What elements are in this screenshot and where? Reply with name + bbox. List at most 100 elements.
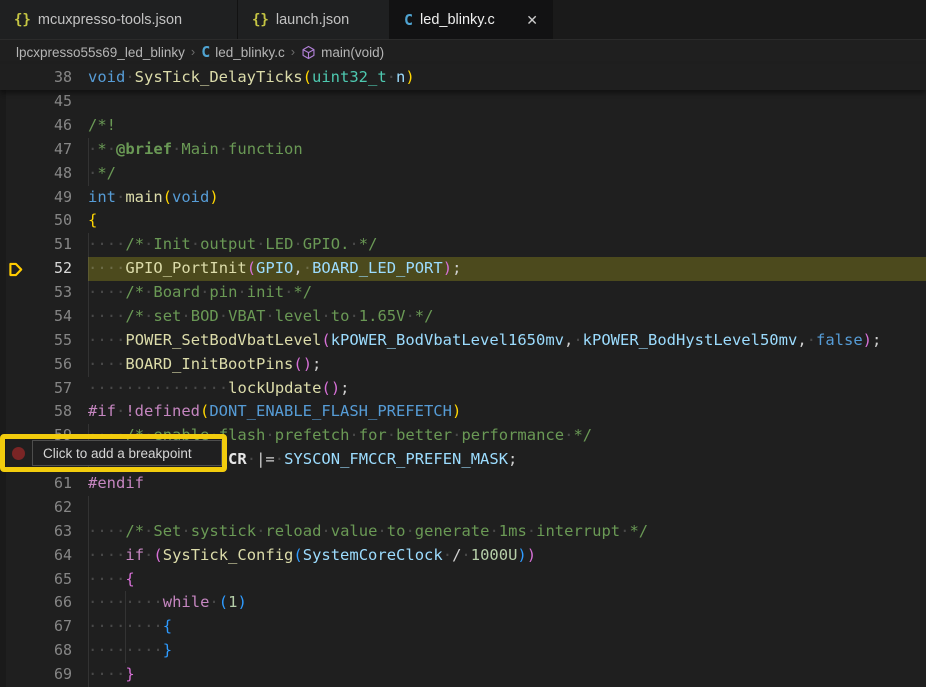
code-token: · bbox=[209, 593, 218, 611]
code-line-content[interactable]: ···············lockUpdate(); bbox=[88, 377, 926, 401]
line-number[interactable]: 46 bbox=[30, 114, 72, 138]
glyph-margin[interactable] bbox=[0, 663, 30, 687]
glyph-margin[interactable] bbox=[0, 305, 30, 329]
tab-launch-json[interactable]: {} launch.json bbox=[238, 0, 390, 39]
glyph-margin[interactable] bbox=[0, 591, 30, 615]
code-token: ) bbox=[209, 188, 218, 206]
code-token: ( bbox=[219, 593, 228, 611]
glyph-margin[interactable] bbox=[0, 209, 30, 233]
glyph-margin[interactable] bbox=[0, 90, 30, 114]
glyph-margin[interactable] bbox=[0, 281, 30, 305]
code-line: 62 bbox=[0, 496, 926, 520]
line-number[interactable]: 65 bbox=[30, 568, 72, 592]
code-line-content[interactable]: int·main(void) bbox=[88, 186, 926, 210]
glyph-margin[interactable] bbox=[0, 615, 30, 639]
code-line-content[interactable]: #endif bbox=[88, 472, 926, 496]
code-line-content[interactable]: ····GPIO_PortInit(GPIO,·BOARD_LED_PORT); bbox=[88, 257, 926, 281]
code-token: |= bbox=[256, 450, 275, 468]
glyph-margin[interactable] bbox=[0, 568, 30, 592]
code-token: ·*· bbox=[88, 140, 116, 158]
line-number[interactable]: 51 bbox=[30, 233, 72, 257]
code-token: if bbox=[125, 546, 144, 564]
glyph-margin[interactable] bbox=[0, 377, 30, 401]
code-line-content[interactable]: /*! bbox=[88, 114, 926, 138]
line-number[interactable]: 62 bbox=[30, 496, 72, 520]
glyph-margin[interactable] bbox=[0, 400, 30, 424]
glyph-margin[interactable] bbox=[0, 472, 30, 496]
code-token: void bbox=[88, 68, 125, 86]
line-number[interactable]: 63 bbox=[30, 520, 72, 544]
line-number[interactable]: 66 bbox=[30, 591, 72, 615]
line-number[interactable]: 54 bbox=[30, 305, 72, 329]
code-line-content[interactable] bbox=[88, 90, 926, 114]
line-number[interactable]: 55 bbox=[30, 329, 72, 353]
code-token: /*·Set·systick·reload·value·to·generate·… bbox=[125, 522, 648, 540]
line-number[interactable]: 38 bbox=[30, 64, 72, 90]
tab-led-blinky-c[interactable]: C led_blinky.c ✕ bbox=[390, 0, 553, 39]
code-line-content[interactable]: ····POWER_SetBodVbatLevel(kPOWER_BodVbat… bbox=[88, 329, 926, 353]
line-number[interactable]: 68 bbox=[30, 639, 72, 663]
glyph-margin[interactable] bbox=[0, 114, 30, 138]
code-token: ( bbox=[293, 546, 302, 564]
indent-guide bbox=[88, 496, 89, 520]
code-line-content[interactable]: ········while·(1) bbox=[88, 591, 926, 615]
code-line: 58 #if·!defined(DONT_ENABLE_FLASH_PREFETC… bbox=[0, 400, 926, 424]
line-number[interactable]: 52 bbox=[30, 257, 72, 281]
code-line-content[interactable]: ····/*·Board·pin·init·*/ bbox=[88, 281, 926, 305]
code-token: ·/· bbox=[443, 546, 471, 564]
code-line-content[interactable]: ····/*·Set·systick·reload·value·to·gener… bbox=[88, 520, 926, 544]
code-line: 55 ····POWER_SetBodVbatLevel(kPOWER_BodVb… bbox=[0, 329, 926, 353]
line-number[interactable]: 67 bbox=[30, 615, 72, 639]
line-number[interactable]: 45 bbox=[30, 90, 72, 114]
breadcrumb-item-file[interactable]: C led_blinky.c bbox=[201, 43, 285, 61]
glyph-margin[interactable] bbox=[0, 64, 30, 90]
line-number[interactable]: 64 bbox=[30, 544, 72, 568]
glyph-margin[interactable] bbox=[0, 544, 30, 568]
line-number[interactable]: 58 bbox=[30, 400, 72, 424]
breadcrumb-item-project[interactable]: lpcxpresso55s69_led_blinky bbox=[16, 45, 185, 60]
line-number[interactable]: 57 bbox=[30, 377, 72, 401]
glyph-margin[interactable] bbox=[0, 186, 30, 210]
breakpoint-gutter-area[interactable] bbox=[5, 447, 32, 460]
line-number[interactable]: 47 bbox=[30, 138, 72, 162]
code-line-content[interactable]: ········{ bbox=[88, 615, 926, 639]
line-number[interactable]: 48 bbox=[30, 162, 72, 186]
sticky-scroll-line[interactable]: 38 void·SysTick_DelayTicks(uint32_t·n) bbox=[0, 64, 926, 90]
glyph-margin[interactable] bbox=[0, 162, 30, 186]
glyph-margin[interactable] bbox=[0, 639, 30, 663]
code-token: ···· bbox=[88, 665, 125, 683]
glyph-margin[interactable] bbox=[0, 233, 30, 257]
code-token: int bbox=[88, 188, 116, 206]
line-number[interactable]: 61 bbox=[30, 472, 72, 496]
code-line-content[interactable]: ········} bbox=[88, 639, 926, 663]
glyph-margin[interactable] bbox=[0, 496, 30, 520]
code-line-content[interactable]: ·*/ bbox=[88, 162, 926, 186]
debug-current-line-arrow-icon[interactable] bbox=[0, 257, 30, 281]
glyph-margin[interactable] bbox=[0, 329, 30, 353]
code-token: ) bbox=[405, 68, 414, 86]
code-line-content[interactable]: { bbox=[88, 209, 926, 233]
code-token: ( bbox=[321, 331, 330, 349]
glyph-margin[interactable] bbox=[0, 353, 30, 377]
line-number[interactable]: 49 bbox=[30, 186, 72, 210]
code-line-content[interactable]: ····BOARD_InitBootPins(); bbox=[88, 353, 926, 377]
line-number[interactable]: 69 bbox=[30, 663, 72, 687]
code-line-content[interactable]: ····if·(SysTick_Config(SystemCoreClock·/… bbox=[88, 544, 926, 568]
code-line-content[interactable]: ····{ bbox=[88, 568, 926, 592]
code-line-content[interactable]: #if·!defined(DONT_ENABLE_FLASH_PREFETCH) bbox=[88, 400, 926, 424]
breakpoint-preview-dot-icon[interactable] bbox=[12, 447, 25, 460]
line-number[interactable]: 56 bbox=[30, 353, 72, 377]
line-number[interactable]: 50 bbox=[30, 209, 72, 233]
close-tab-icon[interactable]: ✕ bbox=[524, 11, 540, 29]
glyph-margin[interactable] bbox=[0, 138, 30, 162]
breadcrumb-item-symbol[interactable]: main(void) bbox=[301, 45, 384, 60]
tab-mcuxpresso-tools-json[interactable]: {} mcuxpresso-tools.json bbox=[0, 0, 238, 39]
code-line-content[interactable]: ·*·@brief·Main·function bbox=[88, 138, 926, 162]
code-line-content[interactable]: ····/*·Init·output·LED·GPIO.·*/ bbox=[88, 233, 926, 257]
code-line-content[interactable] bbox=[88, 496, 926, 520]
code-line-content[interactable]: void·SysTick_DelayTicks(uint32_t·n) bbox=[88, 64, 926, 90]
glyph-margin[interactable] bbox=[0, 520, 30, 544]
code-line-content[interactable]: ····} bbox=[88, 663, 926, 687]
code-line-content[interactable]: ····/*·set·BOD·VBAT·level·to·1.65V·*/ bbox=[88, 305, 926, 329]
line-number[interactable]: 53 bbox=[30, 281, 72, 305]
